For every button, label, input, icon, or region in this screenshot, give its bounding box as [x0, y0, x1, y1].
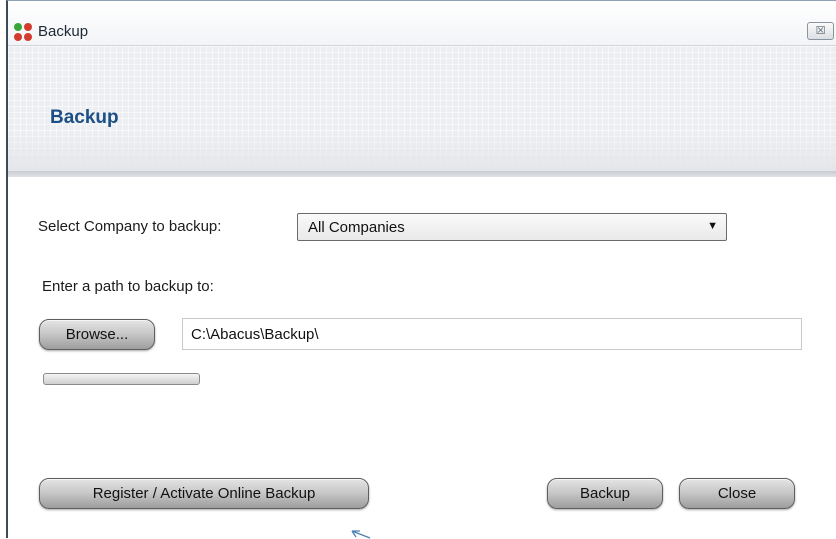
title-bar[interactable]: Backup ☒ — [8, 1, 836, 46]
close-button[interactable]: Close — [679, 478, 795, 509]
page-title: Backup — [50, 107, 119, 128]
window-title: Backup — [38, 23, 89, 40]
app-icon-dot — [14, 33, 22, 41]
app-icon — [14, 23, 32, 41]
browse-button[interactable]: Browse... — [39, 319, 155, 350]
app-icon-dot — [14, 23, 22, 31]
company-select[interactable]: All Companies ▼ — [297, 213, 727, 241]
backup-path-input[interactable] — [182, 318, 802, 350]
close-icon: ☒ — [815, 25, 826, 37]
backup-button[interactable]: Backup — [547, 478, 663, 509]
company-label: Select Company to backup: — [38, 218, 222, 235]
window-close-button[interactable]: ☒ — [807, 22, 834, 40]
header-divider — [8, 171, 836, 177]
backup-progress-bar — [43, 373, 200, 385]
app-icon-dot — [24, 23, 32, 31]
app-icon-dot — [24, 33, 32, 41]
dropdown-arrow-icon[interactable]: ▼ — [707, 220, 718, 232]
company-select-value: All Companies — [308, 219, 405, 236]
header-band — [8, 46, 836, 171]
path-label: Enter a path to backup to: — [42, 278, 214, 295]
backup-window: Backup ☒ Backup Select Company to backup… — [6, 0, 836, 539]
register-online-backup-button[interactable]: Register / Activate Online Backup — [39, 478, 369, 509]
